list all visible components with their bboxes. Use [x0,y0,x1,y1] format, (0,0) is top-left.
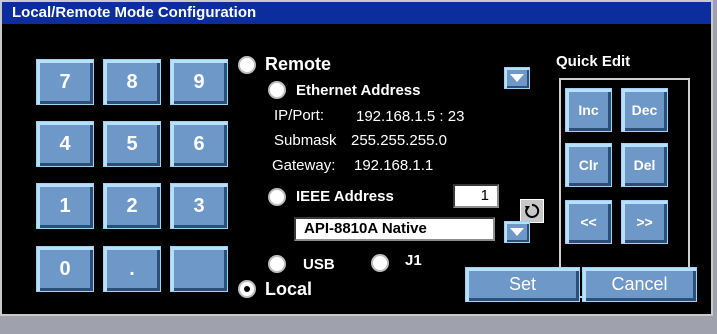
cancel-button[interactable]: Cancel [582,267,697,302]
key-blank[interactable] [170,246,228,292]
ethernet-radio[interactable] [268,81,286,99]
key-7[interactable]: 7 [36,59,94,105]
refresh-icon[interactable] [520,199,544,223]
set-button[interactable]: Set [465,267,580,302]
ieee-label: IEEE Address [296,188,394,205]
j1-label: J1 [405,252,422,269]
cursor-right-button[interactable]: >> [621,200,668,244]
ip-port-label: IP/Port: [274,107,325,124]
key-4[interactable]: 4 [36,121,94,167]
key-decimal[interactable]: . [103,246,161,292]
submask-label: Submask [274,132,337,149]
remote-label: Remote [265,54,332,74]
gateway-label: Gateway: [272,157,336,174]
key-9[interactable]: 9 [170,59,228,105]
window-content: 7 8 9 4 5 6 1 2 3 0 . Remote Ethernet Ad… [2,24,711,314]
clear-button[interactable]: Clr [565,143,612,187]
ethernet-dropdown-button[interactable] [504,67,530,89]
submask-value[interactable]: 255.255.255.0 [351,132,447,149]
gateway-value[interactable]: 192.168.1.1 [354,157,433,174]
key-3[interactable]: 3 [170,183,228,229]
config-window: Local/Remote Mode Configuration 7 8 9 4 … [0,0,713,316]
delete-button[interactable]: Del [621,143,668,187]
usb-radio[interactable] [268,255,286,273]
quick-edit-title: Quick Edit [556,53,631,70]
protocol-dropdown-button[interactable] [504,221,530,243]
ieee-radio[interactable] [268,188,286,206]
chevron-down-icon [510,74,524,82]
ethernet-label: Ethernet Address [296,82,421,99]
inc-button[interactable]: Inc [565,88,612,132]
remote-radio[interactable] [238,56,256,74]
key-1[interactable]: 1 [36,183,94,229]
refresh-glyph [525,203,540,218]
local-label: Local [265,279,313,299]
chevron-down-icon [510,228,524,236]
key-8[interactable]: 8 [103,59,161,105]
key-2[interactable]: 2 [103,183,161,229]
key-0[interactable]: 0 [36,246,94,292]
dec-button[interactable]: Dec [621,88,668,132]
protocol-select[interactable]: API-8810A Native [294,217,495,241]
ieee-address-field[interactable]: 1 [453,184,499,208]
key-5[interactable]: 5 [103,121,161,167]
cursor-left-button[interactable]: << [565,200,612,244]
ip-port-value[interactable]: 192.168.1.5 : 23 [356,108,464,125]
local-radio[interactable] [238,280,256,298]
j1-radio[interactable] [371,254,389,272]
window-title: Local/Remote Mode Configuration [2,2,711,24]
key-6[interactable]: 6 [170,121,228,167]
usb-label: USB [303,256,335,273]
